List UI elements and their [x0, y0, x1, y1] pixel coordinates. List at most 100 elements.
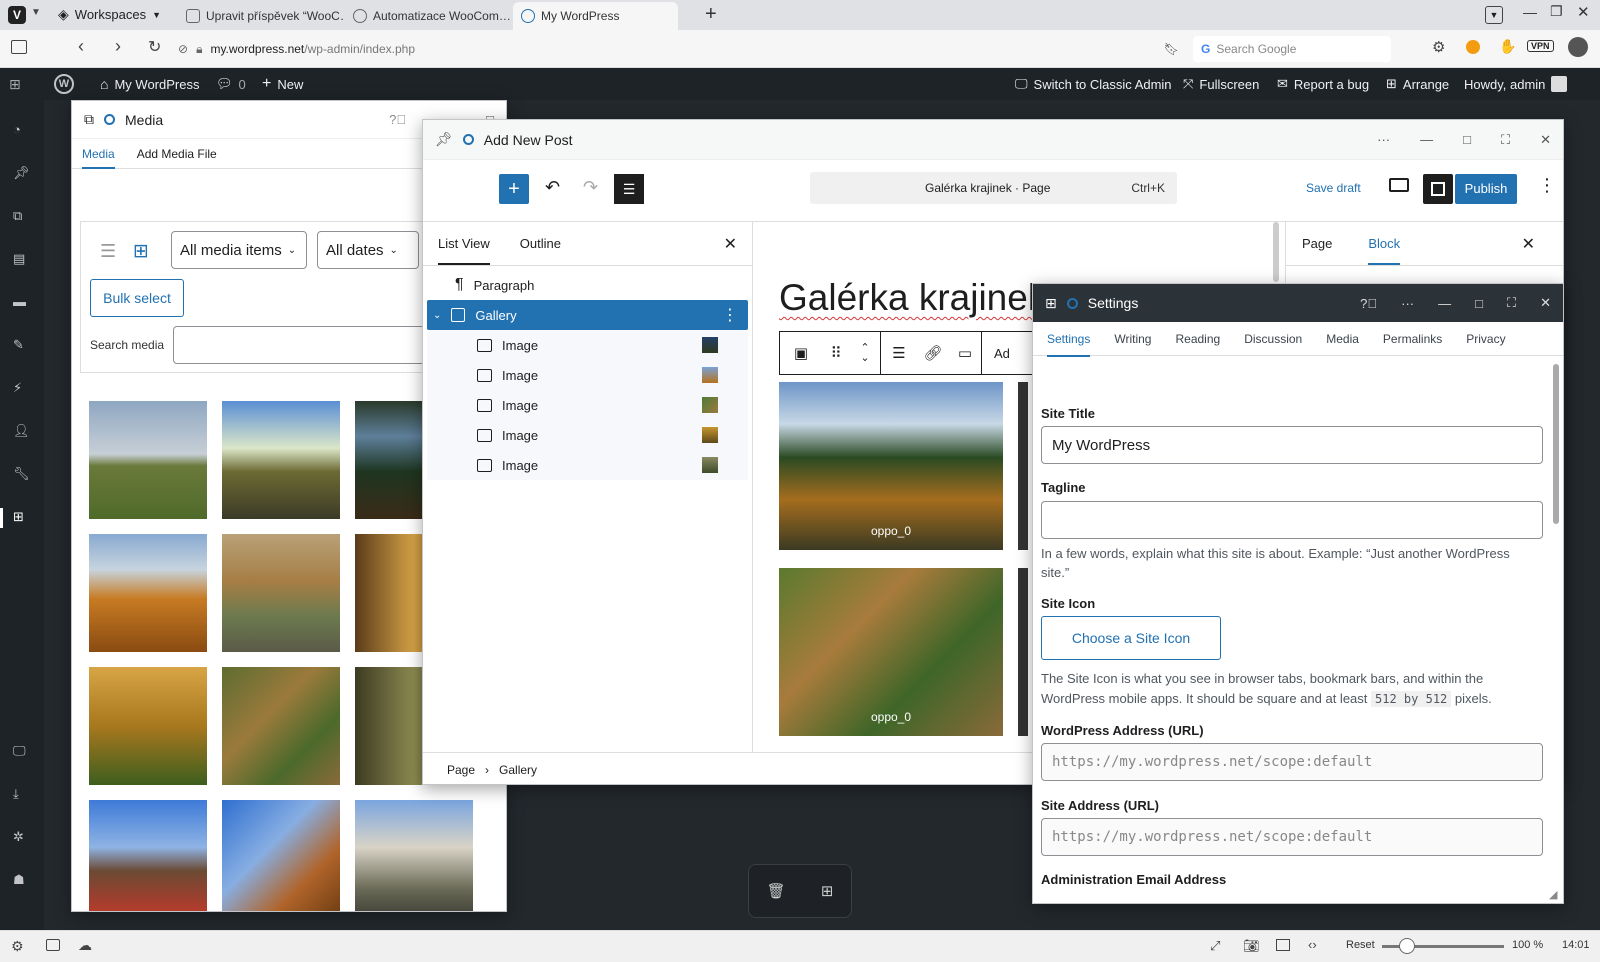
chevron-down-icon[interactable]: ▼ — [31, 7, 41, 18]
tab-reading[interactable]: Reading — [1175, 332, 1220, 346]
extension-orange-icon[interactable] — [1466, 40, 1480, 54]
plugins-icon[interactable]: ⚡︎ — [13, 380, 31, 398]
tab-edit-post[interactable]: Upravit příspěvek “WooC… — [178, 2, 343, 30]
apps-grid-icon[interactable]: ⊞ — [821, 882, 834, 900]
undo-icon[interactable]: ↶ — [545, 177, 560, 198]
wapuu-icon[interactable]: ☗ — [13, 872, 31, 890]
capture-icon[interactable]: 📷︎ — [1243, 938, 1260, 954]
report-bug-link[interactable]: ✉ Report a bug — [1277, 68, 1369, 100]
close-sidebar-icon[interactable]: ✕ — [1522, 234, 1535, 254]
list-item-image[interactable]: Image — [427, 360, 748, 390]
tab-page[interactable]: Page — [1302, 236, 1332, 251]
link-icon[interactable]: 🔗︎ — [917, 344, 949, 362]
tab-writing[interactable]: Writing — [1114, 332, 1151, 346]
list-item-image[interactable]: Image — [427, 390, 748, 420]
more-menu-icon[interactable]: ··· — [1401, 296, 1414, 311]
tab-automation[interactable]: Automatizace WooCom… — [345, 2, 510, 30]
bulk-select-button[interactable]: Bulk select — [90, 279, 184, 317]
media-thumbnail[interactable] — [222, 800, 340, 911]
tab-outline[interactable]: Outline — [520, 236, 561, 251]
publish-button[interactable]: Publish — [1455, 174, 1517, 204]
close-icon[interactable]: ✕ — [1540, 295, 1551, 311]
list-item-paragraph[interactable]: ¶ Paragraph — [427, 270, 748, 300]
code-icon[interactable]: ‹› — [1308, 937, 1317, 952]
site-address-input[interactable]: https://my.wordpress.net/scope:default — [1041, 818, 1543, 856]
reload-icon[interactable]: ↻ — [148, 37, 161, 57]
gallery-icon[interactable]: ▣ — [780, 344, 822, 362]
save-draft-button[interactable]: Save draft — [1306, 181, 1361, 195]
editor-window-titlebar[interactable]: 📌︎ Add New Post ··· — □ ⛶ ✕ — [423, 120, 1563, 160]
minimize-icon[interactable]: — — [1420, 132, 1433, 147]
list-item-image[interactable]: Image — [427, 330, 748, 360]
minimize-icon[interactable]: — — [1523, 4, 1537, 20]
bookmark-icon[interactable]: 🔖︎ — [1164, 42, 1179, 56]
tiling-icon[interactable] — [1276, 939, 1290, 951]
fullscreen-link[interactable]: ⤧ Fullscreen — [1183, 68, 1259, 100]
add-button-partial[interactable]: Ad — [982, 346, 1010, 361]
site-title-input[interactable]: My WordPress — [1041, 426, 1543, 464]
wp-address-input[interactable]: https://my.wordpress.net/scope:default — [1041, 743, 1543, 781]
chevron-down-icon[interactable]: ⌄ — [433, 310, 441, 321]
tab-media[interactable]: Media — [82, 147, 115, 169]
restore-icon[interactable]: □ — [1463, 132, 1471, 147]
close-list-view-icon[interactable]: ✕ — [724, 234, 737, 254]
pages-icon[interactable]: ▤ — [13, 251, 31, 269]
image-caption[interactable]: oppo_0 — [779, 524, 1003, 538]
help-icon[interactable]: ?⃝ — [389, 112, 406, 127]
caption-icon[interactable]: ▭ — [949, 344, 981, 362]
align-icon[interactable]: ☰ — [881, 344, 917, 362]
post-heading[interactable]: Galérka krajinek — [779, 277, 1046, 319]
settings-icon[interactable]: ⊞ — [13, 509, 31, 527]
media-thumbnail[interactable] — [89, 800, 207, 911]
panel-toggle-icon[interactable] — [11, 40, 27, 54]
document-overview-button[interactable]: ☰ — [614, 174, 644, 204]
tab-my-wordpress[interactable]: My WordPress — [513, 2, 678, 30]
settings-window-titlebar[interactable]: ⊞ Settings ?⃝ ··· — □ ⛶ ✕ — [1033, 284, 1563, 322]
url-bar[interactable]: ⊘ 🔒︎ my.wordpress.net/wp-admin/index.php… — [178, 36, 1183, 62]
settings-scrollbar[interactable] — [1553, 364, 1559, 524]
tab-media[interactable]: Media — [1326, 332, 1359, 346]
list-item-image[interactable]: Image — [427, 420, 748, 450]
vivaldi-logo-icon[interactable]: V — [8, 6, 26, 24]
options-vertical-icon[interactable]: ⋮ — [1538, 175, 1556, 196]
bug-icon[interactable]: ✲ — [13, 829, 31, 847]
media-thumbnail[interactable] — [222, 401, 340, 519]
new-content-link[interactable]: + New — [262, 68, 303, 100]
media-thumbnail[interactable] — [89, 401, 207, 519]
choose-site-icon-button[interactable]: Choose a Site Icon — [1041, 616, 1221, 660]
media-type-filter[interactable]: All media items ⌄ — [171, 231, 307, 269]
tab-add-media-file[interactable]: Add Media File — [137, 147, 217, 161]
zoom-reset-button[interactable]: Reset — [1346, 939, 1375, 951]
search-media-input[interactable] — [173, 326, 433, 364]
add-block-button[interactable]: + — [499, 174, 529, 204]
tools-wrench-icon[interactable]: 🔧︎ — [13, 466, 31, 484]
extensions-gear-icon[interactable]: ⚙ — [1432, 38, 1445, 56]
command-palette-bar[interactable]: Galérka krajinek · Page Ctrl+K — [810, 172, 1177, 204]
tab-settings[interactable]: Settings — [1047, 321, 1091, 357]
desktop-icon[interactable]: 🖵︎ — [13, 743, 31, 761]
pin-icon[interactable]: 📌︎ — [13, 165, 31, 183]
options-vertical-icon[interactable]: ⋮ — [722, 305, 738, 325]
tagline-input[interactable] — [1041, 501, 1543, 539]
drag-handle-icon[interactable]: ⠿ — [822, 344, 850, 362]
close-icon[interactable]: ✕ — [1540, 132, 1551, 148]
back-icon[interactable]: ‹ — [78, 36, 84, 57]
tab-discussion[interactable]: Discussion — [1244, 332, 1302, 346]
help-icon[interactable]: ?⃝ — [1360, 296, 1377, 311]
trash-icon[interactable]: 🗑︎ — [767, 882, 786, 900]
image-caption[interactable]: oppo_0 — [779, 710, 1003, 724]
more-menu-icon[interactable]: ··· — [1377, 132, 1390, 147]
arrange-link[interactable]: ⊞ Arrange — [1386, 68, 1449, 100]
grid-view-icon[interactable]: ⊞ — [133, 240, 149, 263]
tab-permalinks[interactable]: Permalinks — [1383, 332, 1442, 346]
minimize-icon[interactable]: — — [1438, 296, 1451, 311]
media-thumbnail[interactable] — [222, 667, 340, 785]
dashboard-icon[interactable]: ◔ — [13, 122, 31, 140]
vpn-badge[interactable]: VPN — [1527, 40, 1554, 52]
comments-link[interactable]: 💬︎ 0 — [216, 68, 246, 100]
close-icon[interactable]: ✕ — [1577, 3, 1590, 21]
canvas-scrollbar[interactable] — [1273, 222, 1279, 282]
new-tab-button[interactable]: + — [705, 3, 717, 26]
switch-classic-admin-link[interactable]: 🖵︎ Switch to Classic Admin — [1015, 68, 1172, 100]
wordpress-logo-icon[interactable]: W — [54, 68, 74, 100]
